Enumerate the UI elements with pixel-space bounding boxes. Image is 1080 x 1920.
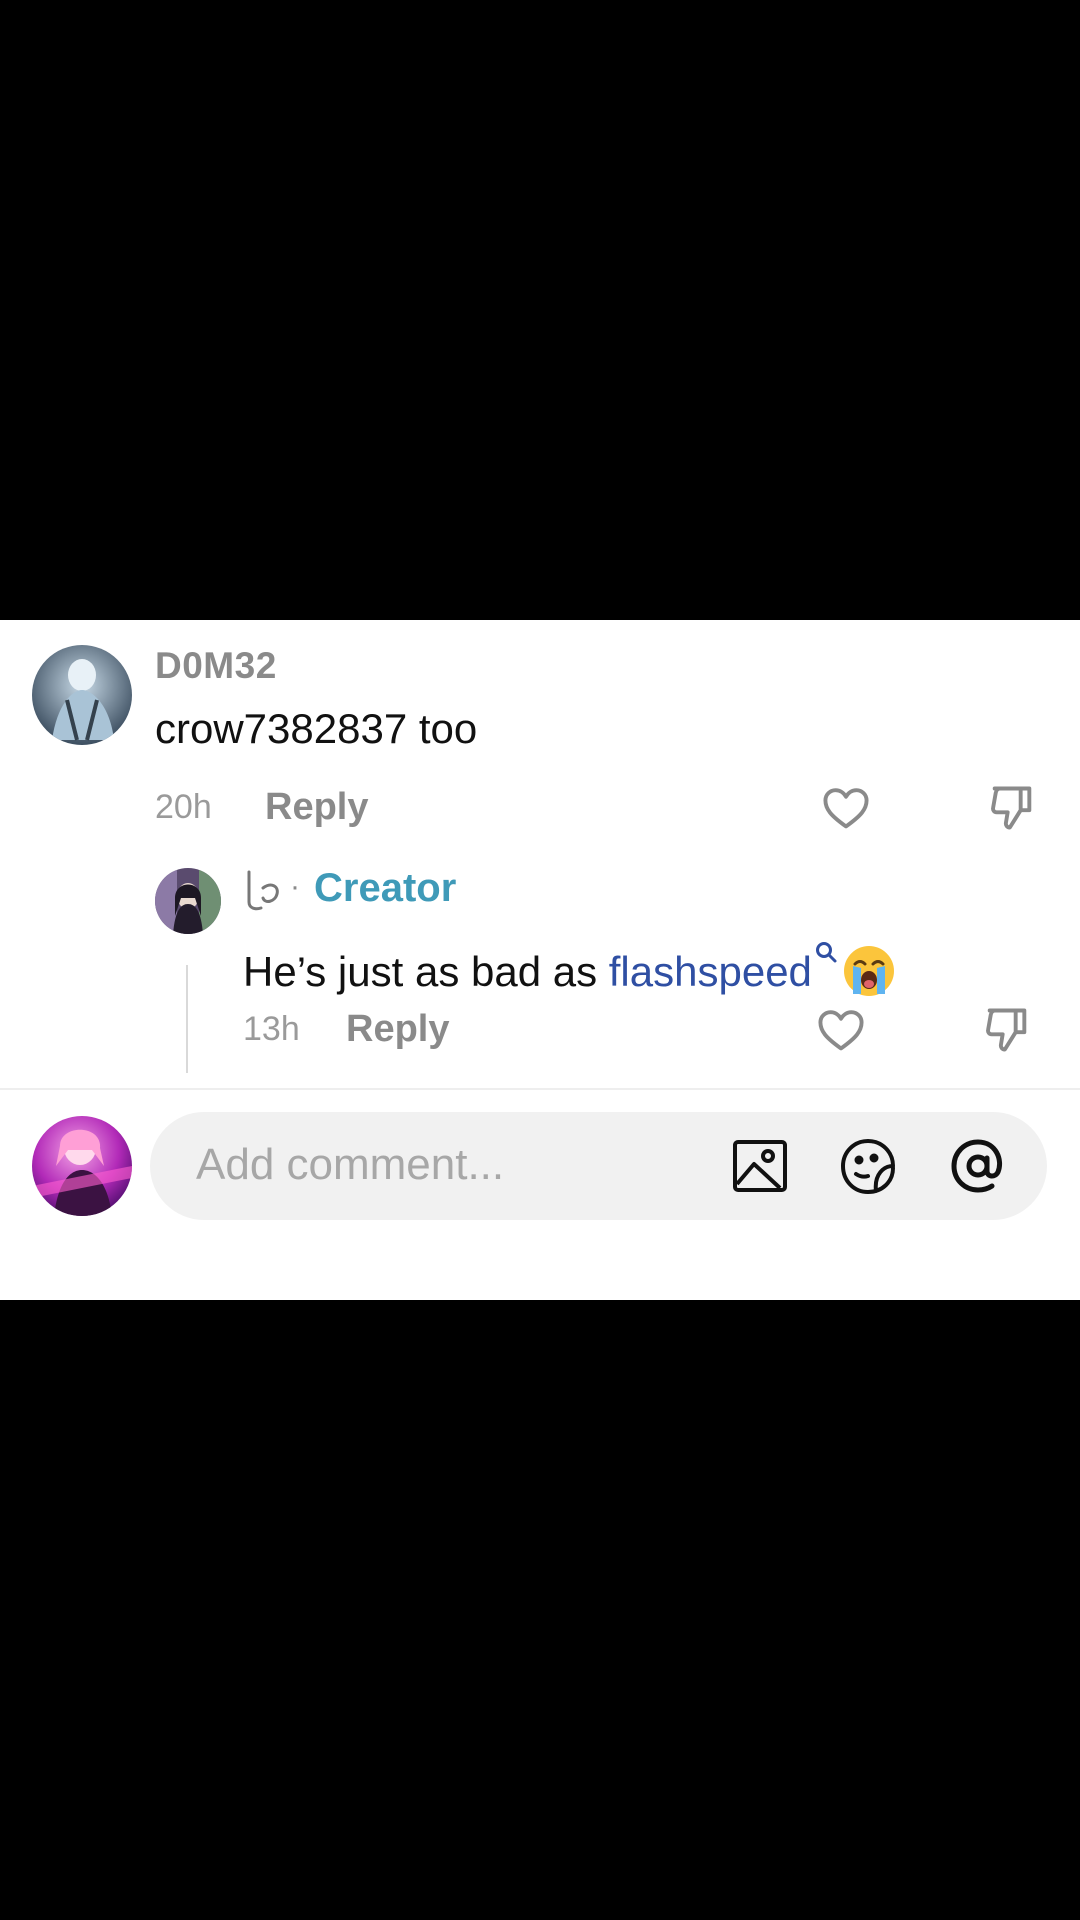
- search-icon[interactable]: [814, 926, 838, 963]
- reply-text-prefix: He’s just as bad as: [243, 948, 609, 995]
- creator-badge: Creator: [314, 866, 457, 910]
- comment-username[interactable]: D0M32: [155, 645, 277, 687]
- heart-outline-icon[interactable]: [820, 782, 872, 834]
- reply-timestamp: 13h: [243, 1010, 300, 1048]
- loudly-crying-face-icon: [842, 944, 896, 998]
- heart-outline-icon[interactable]: [815, 1004, 867, 1056]
- thumbs-down-icon[interactable]: [981, 1004, 1033, 1056]
- commenter-avatar[interactable]: [32, 645, 132, 745]
- screen: D0M32 crow7382837 too 20h Reply · Creato…: [0, 0, 1080, 1920]
- reply-button[interactable]: Reply: [265, 786, 368, 829]
- thread-line: [186, 965, 188, 1073]
- creator-username-icon[interactable]: [243, 866, 287, 914]
- creator-avatar[interactable]: [155, 868, 221, 934]
- reply-text: He’s just as bad as flashspeed: [243, 926, 896, 998]
- comments-panel: D0M32 crow7382837 too 20h Reply · Creato…: [0, 620, 1080, 1300]
- comment-input-placeholder: Add comment...: [196, 1140, 505, 1189]
- composer-divider: [0, 1088, 1080, 1090]
- reply-to-reply-button[interactable]: Reply: [346, 1008, 449, 1051]
- image-icon[interactable]: [730, 1136, 790, 1196]
- at-sign-icon[interactable]: [948, 1136, 1008, 1196]
- comment-text: crow7382837 too: [155, 705, 478, 752]
- thumbs-down-icon[interactable]: [986, 782, 1038, 834]
- emoji-sticker-icon[interactable]: [838, 1136, 898, 1196]
- comment-input[interactable]: Add comment...: [150, 1112, 1047, 1220]
- comment-timestamp: 20h: [155, 788, 212, 826]
- mention-link[interactable]: flashspeed: [609, 948, 812, 995]
- separator-dot: ·: [290, 870, 300, 903]
- current-user-avatar: [32, 1116, 132, 1216]
